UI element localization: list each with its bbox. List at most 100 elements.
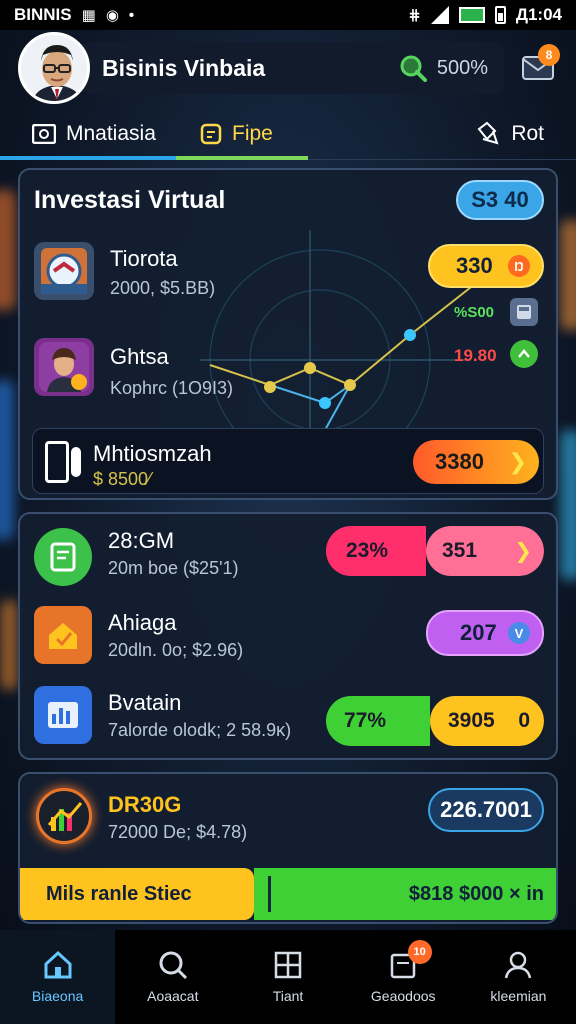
image-icon: ▦ [81, 7, 96, 24]
messages-button[interactable]: 8 [518, 44, 560, 88]
asset-value-pill[interactable]: 207 V [426, 610, 544, 656]
bg-glow [560, 430, 576, 580]
chart-badge-icon [36, 788, 92, 844]
nav-label: Tiant [272, 988, 304, 1004]
signal-icon [430, 6, 449, 24]
bg-glow [0, 380, 14, 540]
asset-sub: 20m boe ($25'1) [108, 558, 239, 578]
nav-home[interactable]: Biaeona [0, 930, 116, 1024]
bar-chart-doc-icon [34, 686, 92, 744]
featured-value: 3380 [435, 449, 484, 474]
person-icon [34, 338, 94, 396]
user-icon [505, 951, 532, 979]
asset-name: Bvatain [108, 690, 182, 715]
avatar-portrait [21, 35, 87, 101]
promo-name: DR30G [108, 792, 182, 817]
featured-value-pill[interactable]: 3380 ❯ [413, 440, 539, 484]
tab-fipe[interactable]: Fipe [200, 108, 330, 160]
search-stat[interactable]: 500% [399, 54, 488, 82]
calculator-icon[interactable] [510, 298, 538, 326]
promo-sub: 72000 De; $4.78) [108, 822, 248, 842]
tab-indicator [0, 156, 176, 160]
document-money-icon [34, 528, 92, 586]
investment-row-name: Ghtsa [110, 344, 169, 369]
home-icon [44, 950, 72, 979]
assets-card: 28:GM 20m boe ($25'1) 23% 351 ❯ Ahiaga 2… [18, 512, 558, 760]
mail-chart-icon [34, 242, 94, 300]
notification-badge: 8 [538, 44, 560, 66]
asset-value: 351 [442, 539, 478, 562]
tab-indicator-active [176, 156, 308, 160]
nav-badge: 10 [407, 940, 432, 964]
asset-coin: 0 [518, 709, 530, 732]
status-time: Д1:04 [515, 5, 562, 24]
promo-bar-left: Mils ranle Stiec [20, 868, 254, 920]
investment-row-sub: Kophrc (1O9I3) [110, 378, 234, 398]
coin-icon: Ŋ [508, 255, 530, 277]
bg-glow [0, 190, 16, 310]
asset-value: 207 [460, 620, 497, 645]
promo-bar[interactable]: Mils ranle Stiec $818 $000 × in [20, 868, 556, 920]
header: Bisinis Vinbaia 500% 8 [0, 30, 576, 106]
app-name: Bisinis Vinbaia [102, 54, 266, 81]
promo-bar-divider [268, 876, 271, 912]
tab-bar: Mnatiasia Fipe Rot [0, 108, 576, 160]
header-bar: Bisinis Vinbaia 500% [80, 42, 504, 94]
value-pill[interactable]: 330 Ŋ [428, 244, 544, 288]
avatar[interactable] [18, 32, 90, 104]
featured-item[interactable]: Mhtiosmzah $ 8500⁄ 3380 ❯ [32, 428, 544, 494]
chevron-right-icon: ❯ [514, 539, 532, 563]
up-arrow-icon[interactable] [510, 340, 538, 368]
bottom-nav: Biaeona Aoaacat Tiant 10 Geaodoos kleemi… [0, 930, 576, 1024]
wallet-icon [200, 123, 222, 145]
battery-icon [494, 6, 506, 24]
nav-label: Geaodoos [370, 988, 436, 1004]
nav-label: kleemian [490, 988, 547, 1004]
asset-value: 3905 [448, 709, 495, 732]
vibrate-icon: ⋕ [408, 7, 421, 24]
home-icon [34, 606, 92, 664]
asset-progress-pill[interactable]: 77% 3905 0 [326, 696, 544, 746]
asset-name: 28:GM [108, 528, 175, 553]
tab-label: Rot [511, 122, 544, 145]
promo-bar-right: $818 $000 × in [408, 882, 544, 905]
nav-profile[interactable]: kleemian [461, 930, 576, 1024]
phone-icon [45, 441, 69, 483]
chevron-right-icon: ❯ [508, 449, 527, 474]
promo-card: DR30G 72000 De; $4.78) 226.7001 Mils ran… [18, 772, 558, 924]
robot-icon [477, 121, 499, 145]
tab-label: Mnatiasia [66, 122, 156, 145]
tab-rot[interactable]: Rot [475, 108, 544, 160]
asset-name: Ahiaga [108, 610, 177, 635]
promo-value-pill[interactable]: 226.7001 [428, 788, 544, 832]
bg-glow [0, 600, 18, 690]
nav-docs[interactable]: 10 Geaodoos [346, 930, 461, 1024]
balance-pill[interactable]: S3 40 [456, 180, 544, 220]
featured-sub: $ 8500⁄ [93, 469, 152, 489]
sync-icon: ◉ [105, 7, 119, 24]
tab-mnatiasia[interactable]: Mnatiasia [32, 108, 200, 160]
asset-sub: 7alorde olodk; 2 58.9ĸ) [108, 720, 292, 740]
investment-row-name: Tiorota [110, 246, 178, 271]
investment-title: Investasi Virtual [34, 186, 226, 214]
coin-stack-icon [71, 447, 81, 477]
nav-label: Aoaacat [147, 988, 199, 1004]
nav-search[interactable]: Aoaacat [115, 930, 230, 1024]
nav-grid[interactable]: Tiant [230, 930, 345, 1024]
status-carrier: BINNIS [14, 5, 72, 24]
search-icon [159, 951, 187, 980]
asset-progress-pill[interactable]: 23% 351 ❯ [326, 526, 544, 576]
search-value: 500% [436, 56, 488, 79]
photo-icon [32, 124, 56, 144]
dot-icon: • [128, 6, 135, 24]
status-bar: BINNIS ▦ ◉ • ⋕ Д1:04 [0, 0, 576, 30]
change-value: 19.80 [454, 346, 497, 365]
asset-percent: 23% [326, 526, 426, 576]
tab-label: Fipe [232, 122, 273, 145]
network-graph-decoration [200, 230, 480, 450]
v-coin-icon: V [508, 622, 530, 644]
value-text: 330 [456, 253, 493, 278]
featured-name: Mhtiosmzah [93, 441, 212, 466]
investment-card: Investasi Virtual S3 40 Tiorota 2000, $5… [18, 168, 558, 500]
nav-label: Biaeona [31, 988, 84, 1004]
